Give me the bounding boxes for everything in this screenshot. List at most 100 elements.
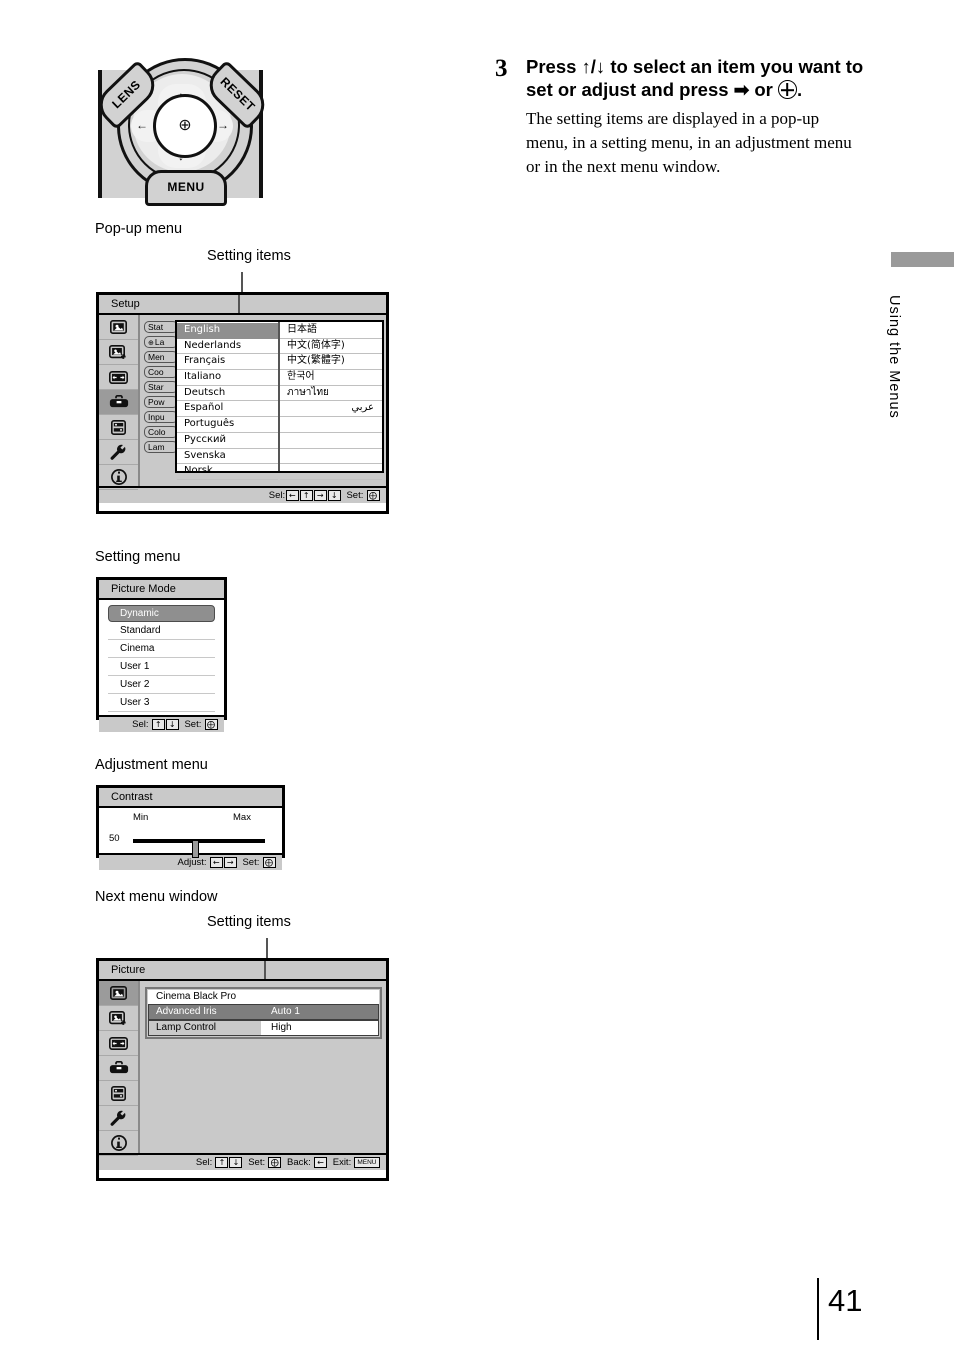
enter-button-icon: [777, 80, 797, 100]
language-item[interactable]: English: [177, 323, 278, 339]
language-item[interactable]: Русский: [177, 433, 278, 449]
rail-info-icon[interactable]: [99, 465, 138, 490]
language-item[interactable]: 中文(繁體字): [280, 354, 382, 371]
language-item[interactable]: Italiano: [177, 370, 278, 386]
adjustment-menu-title-bar: Contrast: [99, 788, 282, 808]
rail-function-list-icon[interactable]: [99, 1081, 138, 1106]
popup-hidden-item[interactable]: ⊕La: [144, 336, 178, 348]
step-heading-period: .: [796, 79, 803, 101]
language-item[interactable]: 中文(简体字): [280, 339, 382, 355]
rail-toolbox-icon[interactable]: [99, 1056, 138, 1081]
language-item[interactable]: Français: [177, 354, 278, 371]
popup-hidden-item[interactable]: Inpu: [144, 411, 178, 423]
page-number-rule: [817, 1278, 819, 1340]
setting-menu-osd: Picture Mode Dynamic Standard Cinema User 1…: [96, 577, 227, 733]
picture-mode-item[interactable]: User 2: [108, 676, 215, 694]
key-icon: ↑: [299, 490, 313, 501]
popup-hidden-item[interactable]: Men: [144, 351, 178, 363]
status-label: Back:: [287, 1157, 311, 1169]
picture-setting-row[interactable]: Advanced Iris Auto 1: [148, 1004, 379, 1020]
key-icon: ←: [209, 857, 223, 868]
popup-menu-status-bar: Sel: ← ↑ → ↓ Set: ⨁: [99, 486, 386, 504]
status-label: Set:: [346, 490, 364, 502]
key-icon: →: [223, 857, 237, 868]
next-menu-osd: Picture Cinema Black Pro Advanced Iris Aut…: [96, 958, 389, 1181]
menu-button-label: MENU: [167, 180, 205, 194]
picture-mode-item[interactable]: Standard: [108, 622, 215, 640]
language-item[interactable]: Svenska: [177, 449, 278, 465]
next-menu-body: Cinema Black Pro Advanced Iris Auto 1 Lamp …: [99, 981, 386, 1156]
popup-hidden-item[interactable]: Lam: [144, 441, 178, 453]
picture-setting-value: High: [271, 1022, 292, 1033]
language-column-right: 日本語 中文(简体字) 中文(繁體字) 한국어 ภาษาไทย عربي: [280, 322, 382, 480]
slider-track[interactable]: [133, 839, 265, 858]
popup-hidden-item-label: La: [154, 337, 165, 347]
key-icon: ⨁: [268, 1157, 282, 1168]
instruction-block: 3 Press ↑/↓ to select an item you want t…: [495, 55, 865, 179]
language-item-empty: [280, 433, 382, 449]
language-item[interactable]: عربي: [280, 401, 382, 418]
caption-setting-items-2: Setting items: [207, 914, 291, 930]
language-item[interactable]: ภาษาไทย: [280, 386, 382, 402]
language-item[interactable]: Deutsch: [177, 386, 278, 402]
popup-hidden-item[interactable]: Coo: [144, 366, 178, 378]
rail-wrench-icon[interactable]: [99, 440, 138, 465]
rail-picture-icon[interactable]: [99, 981, 138, 1006]
rail-picture-plus-icon[interactable]: [99, 1006, 138, 1031]
caption-adjustment-menu: Adjustment menu: [95, 757, 208, 773]
language-item[interactable]: Norsk: [177, 464, 278, 480]
right-arrow-icon: ➡: [733, 79, 750, 101]
section-tab-bar: [891, 252, 954, 267]
step-heading-or: or: [754, 79, 773, 101]
key-icon: ⨁: [204, 719, 218, 730]
step-number: 3: [495, 55, 508, 82]
popup-hidden-item-label: Stat: [148, 322, 164, 332]
rail-wrench-icon[interactable]: [99, 1106, 138, 1131]
language-item[interactable]: 한국어: [280, 370, 382, 386]
caption-next-menu-window: Next menu window: [95, 889, 218, 905]
popup-hidden-item-label: Pow: [148, 397, 165, 407]
language-item[interactable]: Nederlands: [177, 339, 278, 355]
status-label: Set:: [242, 857, 260, 869]
popup-hidden-item[interactable]: Star: [144, 381, 178, 393]
status-label: Exit:: [332, 1157, 352, 1169]
picture-mode-item[interactable]: Cinema: [108, 640, 215, 658]
key-icon: ↓: [165, 719, 179, 730]
rail-picture-icon[interactable]: [99, 315, 138, 340]
popup-hidden-item[interactable]: Stat: [144, 321, 178, 333]
popup-hidden-item[interactable]: Colo: [144, 426, 178, 438]
language-item[interactable]: 日本語: [280, 323, 382, 339]
key-icon: ↓: [327, 490, 341, 501]
rail-info-icon[interactable]: [99, 1131, 138, 1156]
language-item[interactable]: Português: [177, 417, 278, 433]
popup-hidden-item-label: Colo: [148, 427, 166, 437]
rail-toolbox-icon[interactable]: [99, 390, 138, 415]
caption-setting-menu: Setting menu: [95, 549, 181, 565]
setting-menu-body: Dynamic Standard Cinema User 1 User 2 User 3: [99, 600, 224, 715]
status-label: Sel:: [132, 719, 149, 731]
rail-function-list-icon[interactable]: [99, 415, 138, 440]
picture-setting-row[interactable]: Cinema Black Pro: [148, 990, 379, 1004]
next-menu-status-bar: Sel: ↑ ↓ Set: ⨁ Back: ← Exit: MENU: [99, 1153, 386, 1171]
rail-screen-icon[interactable]: [99, 1031, 138, 1056]
picture-settings-panel: Cinema Black Pro Advanced Iris Auto 1 Lamp …: [145, 987, 382, 1039]
popup-hidden-item[interactable]: Pow: [144, 396, 178, 408]
rail-picture-plus-icon[interactable]: [99, 340, 138, 365]
picture-setting-label: Lamp Control: [149, 1021, 261, 1035]
popup-hidden-item-label: Men: [148, 352, 165, 362]
adjustment-menu-osd: Contrast Min Max 50 Adjust: ← → Set: ⨁: [96, 785, 285, 871]
picture-mode-item[interactable]: Dynamic: [108, 605, 215, 622]
popup-hidden-item-list: Stat ⊕La Men Coo Star Pow Inpu Colo Lam: [144, 321, 178, 456]
step-heading-part1: Press: [526, 56, 577, 77]
language-item-empty: [280, 417, 382, 433]
language-item[interactable]: Español: [177, 401, 278, 418]
picture-setting-row[interactable]: Lamp Control High: [148, 1020, 379, 1036]
picture-mode-item[interactable]: User 1: [108, 658, 215, 676]
key-icon: MENU: [354, 1157, 380, 1168]
slider-max-label: Max: [233, 812, 251, 823]
slider-thumb[interactable]: [191, 840, 199, 858]
picture-mode-item[interactable]: User 3: [108, 694, 215, 712]
status-label: Sel:: [268, 490, 286, 502]
rail-screen-icon[interactable]: [99, 365, 138, 390]
picture-setting-value: Auto 1: [271, 1006, 300, 1017]
